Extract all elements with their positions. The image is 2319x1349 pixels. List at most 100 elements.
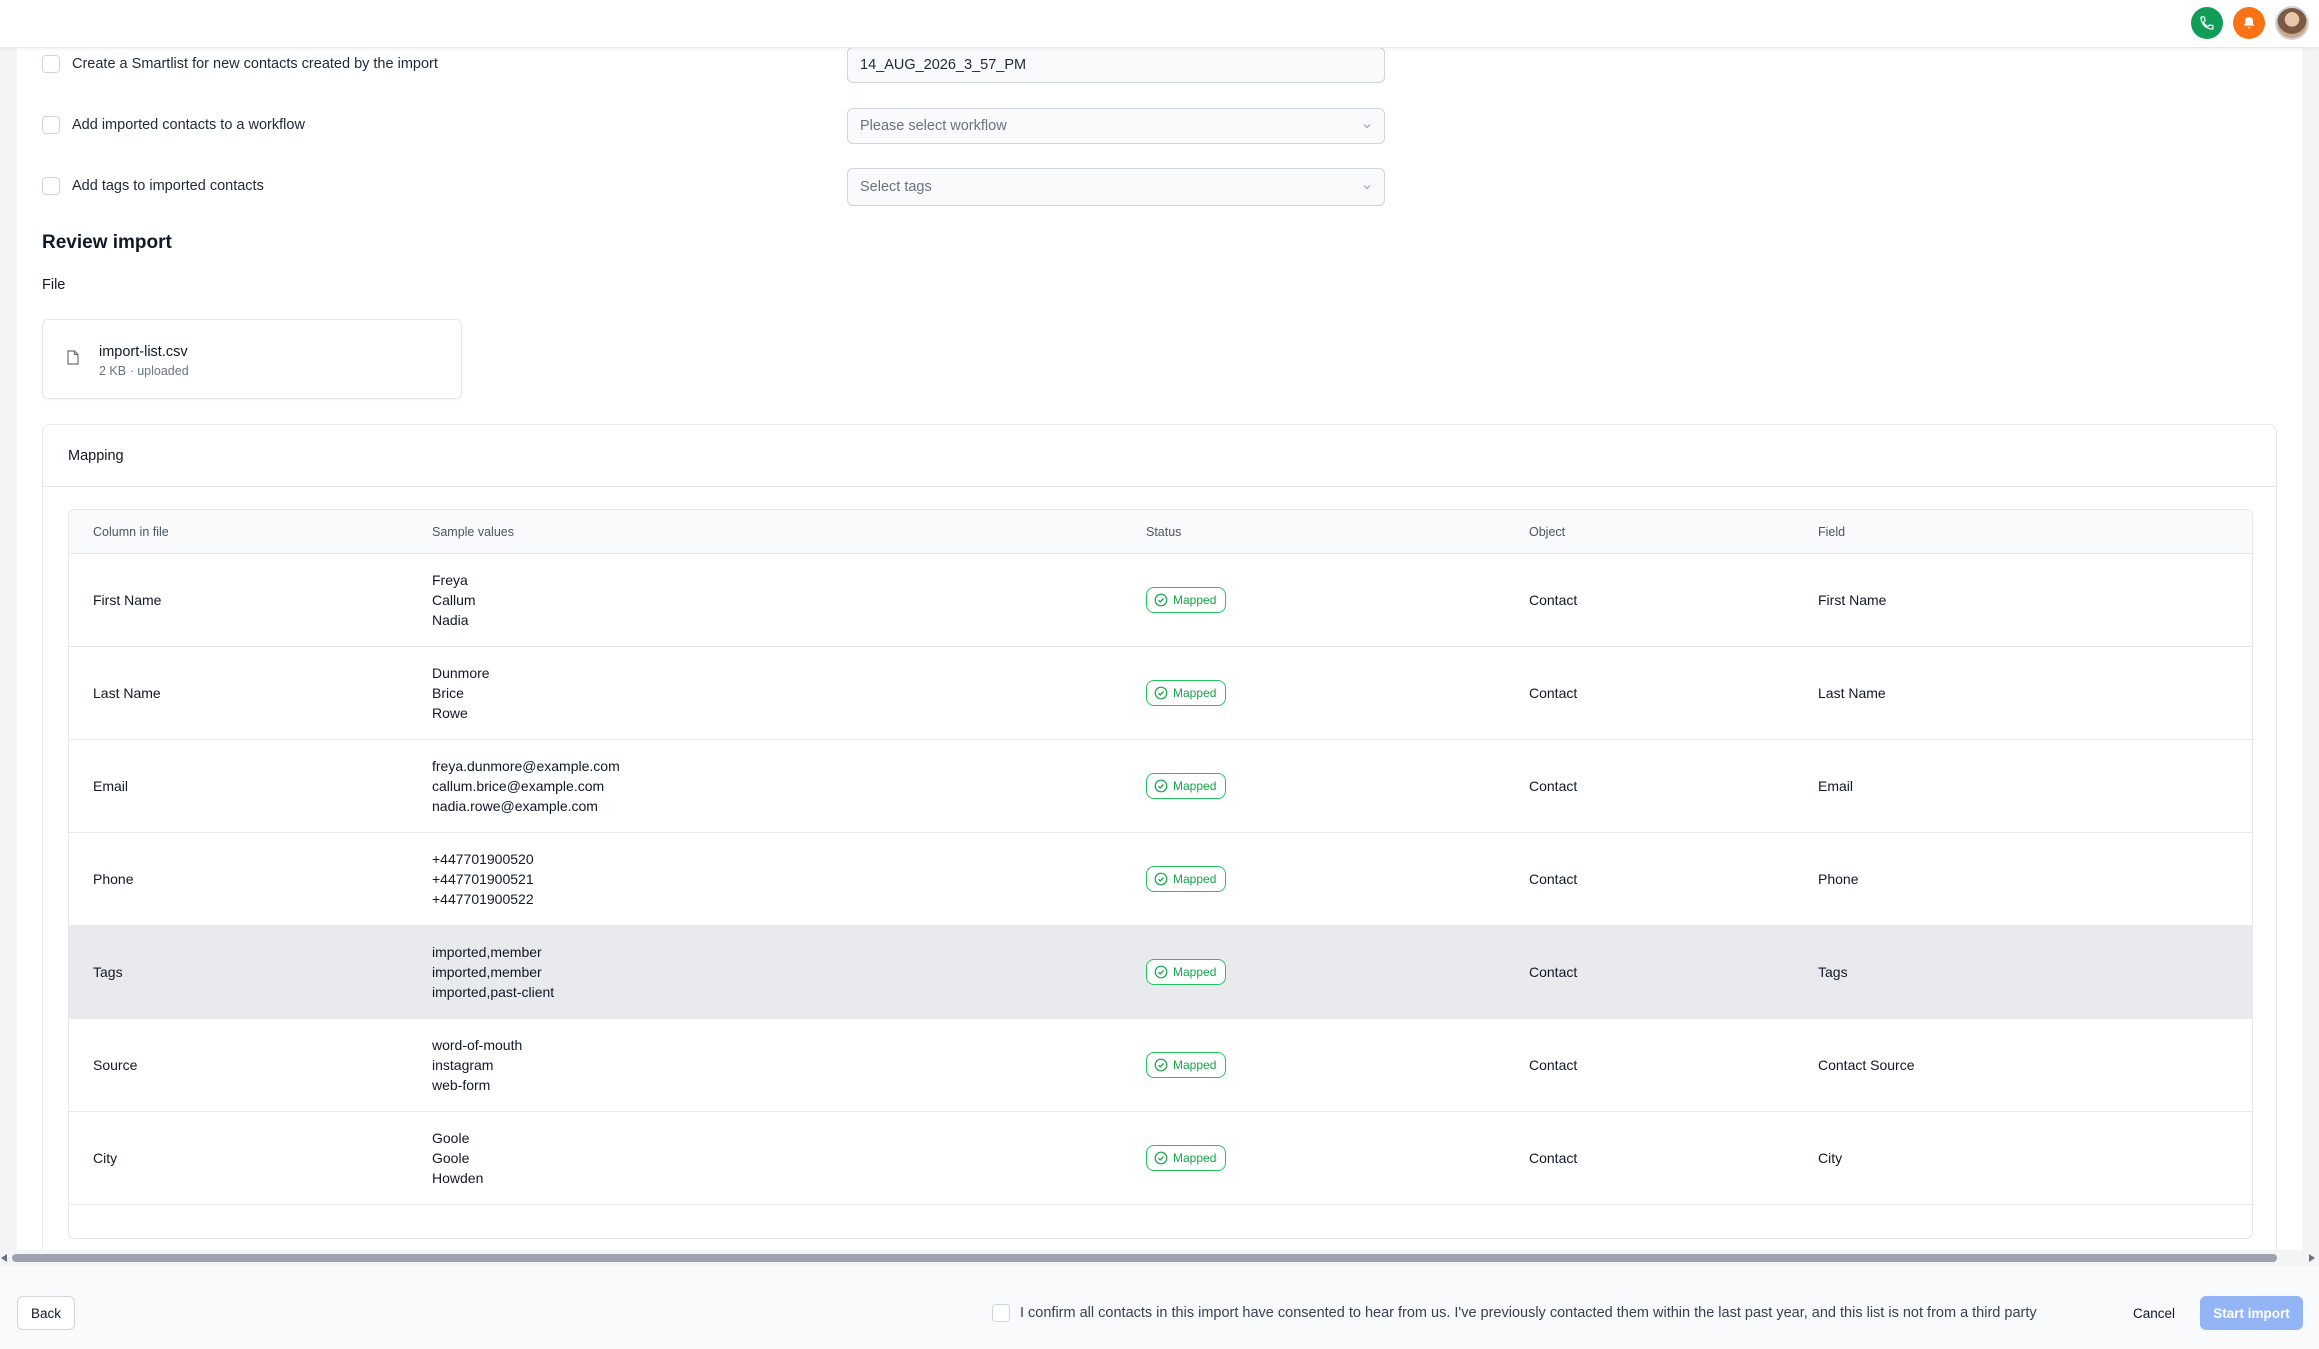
avatar[interactable] [2275,6,2309,40]
status-badge-label: Mapped [1173,779,1217,793]
mapping-table: Column in file Sample values Status Obje… [68,509,2253,1239]
cancel-button[interactable]: Cancel [2116,1296,2192,1330]
file-icon [67,350,79,365]
sample-value: Freya [432,572,468,588]
main-content: Create a Smartlist for new contacts crea… [17,48,2302,1252]
object-cell: Contact [1529,964,1578,980]
bell-icon[interactable] [2233,7,2265,39]
header-sample-values: Sample values [432,524,514,539]
tags-option: Add tags to imported contacts [42,177,264,195]
check-circle-icon [1154,593,1168,607]
check-circle-icon [1154,686,1168,700]
status-badge-label: Mapped [1173,593,1217,607]
header-field: Field [1818,524,1846,539]
status-badge-label: Mapped [1173,1151,1217,1165]
check-circle-icon [1154,872,1168,886]
phone-icon[interactable] [2191,7,2223,39]
workflow-label: Add imported contacts to a workflow [72,117,305,133]
column-name-cell: Tags [93,964,123,980]
horizontal-scrollbar[interactable] [0,1250,2319,1266]
table-header: Column in file Sample values Status Obje… [69,510,2252,554]
object-cell: Contact [1529,1057,1578,1073]
table-row[interactable]: First Name Freya Callum Nadia Mapped Contact F… [69,554,2252,647]
object-cell: Contact [1529,1150,1578,1166]
file-card: import-list.csv 2 KB · uploaded [42,319,462,399]
sample-value: Callum [432,592,476,608]
field-cell[interactable]: Contact Source [1818,1057,2252,1073]
status-badge: Mapped [1146,773,1227,799]
sample-value: imported,past-client [432,984,555,1000]
file-name: import-list.csv [99,344,188,360]
start-import-button[interactable]: Start import [2200,1296,2303,1330]
footer-bar: Back I confirm all contacts in this impo… [0,1266,2319,1349]
sample-value: imported,member [432,964,542,980]
status-badge: Mapped [1146,959,1227,985]
status-badge: Mapped [1146,1145,1227,1171]
table-row[interactable]: Tags imported,member imported,member import… [69,926,2252,1019]
status-badge-label: Mapped [1173,1058,1217,1072]
tags-checkbox[interactable] [42,177,60,195]
workflow-select-placeholder: Please select workflow [860,118,1007,134]
back-button[interactable]: Back [17,1296,75,1330]
sample-value: +447701900521 [432,871,534,887]
column-name-cell: Email [93,778,129,794]
status-badge-label: Mapped [1173,686,1217,700]
sample-value: Goole [432,1150,470,1166]
status-badge: Mapped [1146,866,1227,892]
sample-value: nadia.rowe@example.com [432,798,598,814]
sample-value: Howden [432,1170,484,1186]
field-cell[interactable]: Tags [1818,964,2252,980]
sample-value: Nadia [432,612,469,628]
sample-value: Brice [432,685,464,701]
smartlist-option: Create a Smartlist for new contacts crea… [42,55,438,73]
tags-label: Add tags to imported contacts [72,178,264,194]
sample-value: word-of-mouth [432,1037,523,1053]
file-section-label: File [42,277,66,293]
status-cell: Mapped [1146,866,1529,892]
field-cell[interactable]: Last Name [1818,685,2252,701]
table-row[interactable]: Last Name Dunmore Brice Rowe Mapped Contact La… [69,647,2252,740]
status-badge: Mapped [1146,1052,1227,1078]
scrollbar-thumb[interactable] [12,1254,2277,1262]
column-name-cell: Phone [93,871,134,887]
scroll-right-icon[interactable] [2309,1254,2315,1262]
sample-values-cell: Freya Callum Nadia [432,570,1146,630]
table-row[interactable]: Email freya.dunmore@example.com callum.bri… [69,740,2252,833]
status-cell: Mapped [1146,680,1529,706]
status-badge: Mapped [1146,680,1227,706]
sample-values-cell: word-of-mouth instagram web-form [432,1035,1146,1095]
smartlist-name-input[interactable]: 14_AUG_2026_3_57_PM [847,48,1385,83]
sample-values-cell: +447701900520 +447701900521 +447701900522 [432,849,1146,909]
field-cell[interactable]: Phone [1818,871,2252,887]
check-circle-icon [1154,779,1168,793]
sample-value: +447701900522 [432,891,534,907]
table-row[interactable]: Phone +447701900520 +447701900521 +44770190… [69,833,2252,926]
header-status: Status [1146,524,1182,539]
smartlist-checkbox[interactable] [42,55,60,73]
field-cell[interactable]: First Name [1818,592,2252,608]
status-cell: Mapped [1146,959,1529,985]
consent-checkbox[interactable] [992,1304,1010,1322]
scroll-left-icon[interactable] [1,1254,7,1262]
tags-select[interactable]: Select tags [847,168,1385,206]
consent-text: I confirm all contacts in this import ha… [1020,1305,2037,1321]
sample-value: callum.brice@example.com [432,778,605,794]
table-body: First Name Freya Callum Nadia Mapped Contact F… [69,554,2252,1205]
sample-value: web-form [432,1077,491,1093]
status-cell: Mapped [1146,587,1529,613]
table-row[interactable]: Source word-of-mouth instagram web-form Mapp… [69,1019,2252,1112]
field-cell[interactable]: City [1818,1150,2252,1166]
status-badge-label: Mapped [1173,965,1217,979]
consent-option: I confirm all contacts in this import ha… [992,1304,2037,1322]
field-cell[interactable]: Email [1818,778,2252,794]
table-row[interactable]: City Goole Goole Howden Mapped Contact City [69,1112,2252,1205]
workflow-select[interactable]: Please select workflow [847,108,1385,144]
mapping-title: Mapping [43,425,2276,487]
workflow-checkbox[interactable] [42,116,60,134]
sample-values-cell: freya.dunmore@example.com callum.brice@ex… [432,756,1146,816]
top-bar [0,0,2319,48]
sample-values-cell: Goole Goole Howden [432,1128,1146,1188]
object-cell: Contact [1529,685,1578,701]
sample-value: Dunmore [432,665,490,681]
tags-select-placeholder: Select tags [860,179,932,195]
